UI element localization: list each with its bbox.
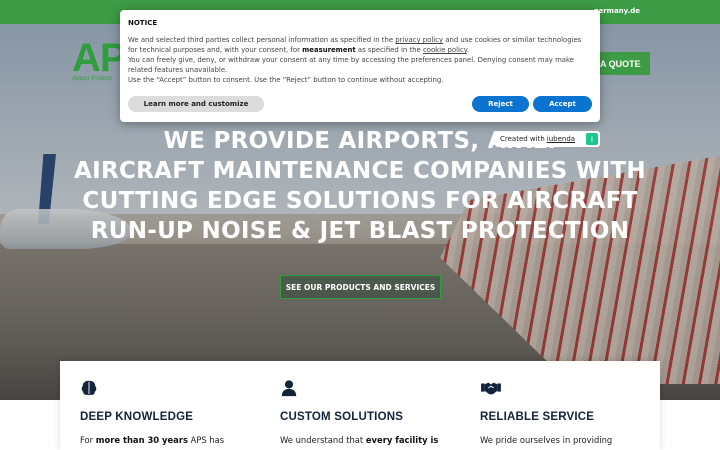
feature-custom-solutions: CUSTOM SOLUTIONS We understand that ever…	[260, 361, 460, 450]
accept-button[interactable]: Accept	[533, 96, 592, 112]
user-icon	[281, 380, 297, 397]
contact-email[interactable]: germany.de	[593, 7, 640, 15]
feature-text-bold: every facility is	[365, 435, 439, 445]
feature-title: RELIABLE SERVICE	[480, 411, 595, 423]
notice-paragraph-3: Use the “Accept” button to consent. Use …	[128, 76, 444, 84]
iubenda-logo-icon: i	[586, 133, 598, 145]
feature-text-bold: more than 30 years	[95, 435, 188, 445]
notice-title: NOTICE	[128, 19, 158, 27]
notice-bold-measurement: measurement	[302, 46, 356, 54]
notice-text-part: We and selected third parties collect pe…	[128, 36, 396, 44]
feature-title: CUSTOM SOLUTIONS	[280, 411, 404, 423]
feature-text-part: We understand that	[280, 435, 366, 445]
learn-more-button[interactable]: Learn more and customize	[128, 96, 264, 112]
feature-text: For more than 30 years APS has	[80, 435, 250, 445]
iubenda-badge[interactable]: Created with iubenda i	[495, 131, 600, 147]
iubenda-link[interactable]: iubenda	[547, 135, 575, 143]
iubenda-prefix: Created with	[500, 135, 545, 143]
features-panel: DEEP KNOWLEDGE For more than 30 years AP…	[60, 361, 660, 450]
feature-deep-knowledge: DEEP KNOWLEDGE For more than 30 years AP…	[60, 361, 260, 450]
feature-text-part: We pride ourselves in providing	[480, 435, 613, 445]
feature-text-part: APS has	[187, 435, 225, 445]
feature-text: We pride ourselves in providing	[480, 435, 650, 445]
get-a-quote-button[interactable]: A QUOTE	[594, 52, 650, 75]
notice-text-part: .	[466, 46, 470, 54]
headline-line: CUTTING EDGE SOLUTIONS FOR AIRCRAFT	[82, 188, 638, 214]
privacy-policy-link[interactable]: privacy policy	[395, 36, 443, 44]
feature-text: We understand that every facility is	[280, 435, 450, 445]
cookie-policy-link[interactable]: cookie policy	[423, 46, 467, 54]
cookie-notice-dialog: NOTICE We and selected third parties col…	[120, 10, 600, 122]
notice-text-part: as specified in the	[355, 46, 423, 54]
feature-text-part: For	[80, 435, 96, 445]
headline-line: RUN-UP NOISE & JET BLAST PROTECTION	[90, 218, 630, 244]
notice-paragraph-2: You can freely give, deny, or withdraw y…	[128, 56, 574, 74]
handshake-icon	[481, 382, 501, 395]
notice-text: We and selected third parties collect pe…	[128, 35, 592, 85]
headline-line: AIRCRAFT MAINTENANCE COMPANIES WITH	[74, 158, 646, 184]
brain-icon	[81, 380, 97, 396]
see-products-button[interactable]: SEE OUR PRODUCTS AND SERVICES	[280, 275, 441, 299]
reject-button[interactable]: Reject	[472, 96, 529, 112]
feature-title: DEEP KNOWLEDGE	[80, 411, 194, 423]
feature-reliable-service: RELIABLE SERVICE We pride ourselves in p…	[460, 361, 660, 450]
